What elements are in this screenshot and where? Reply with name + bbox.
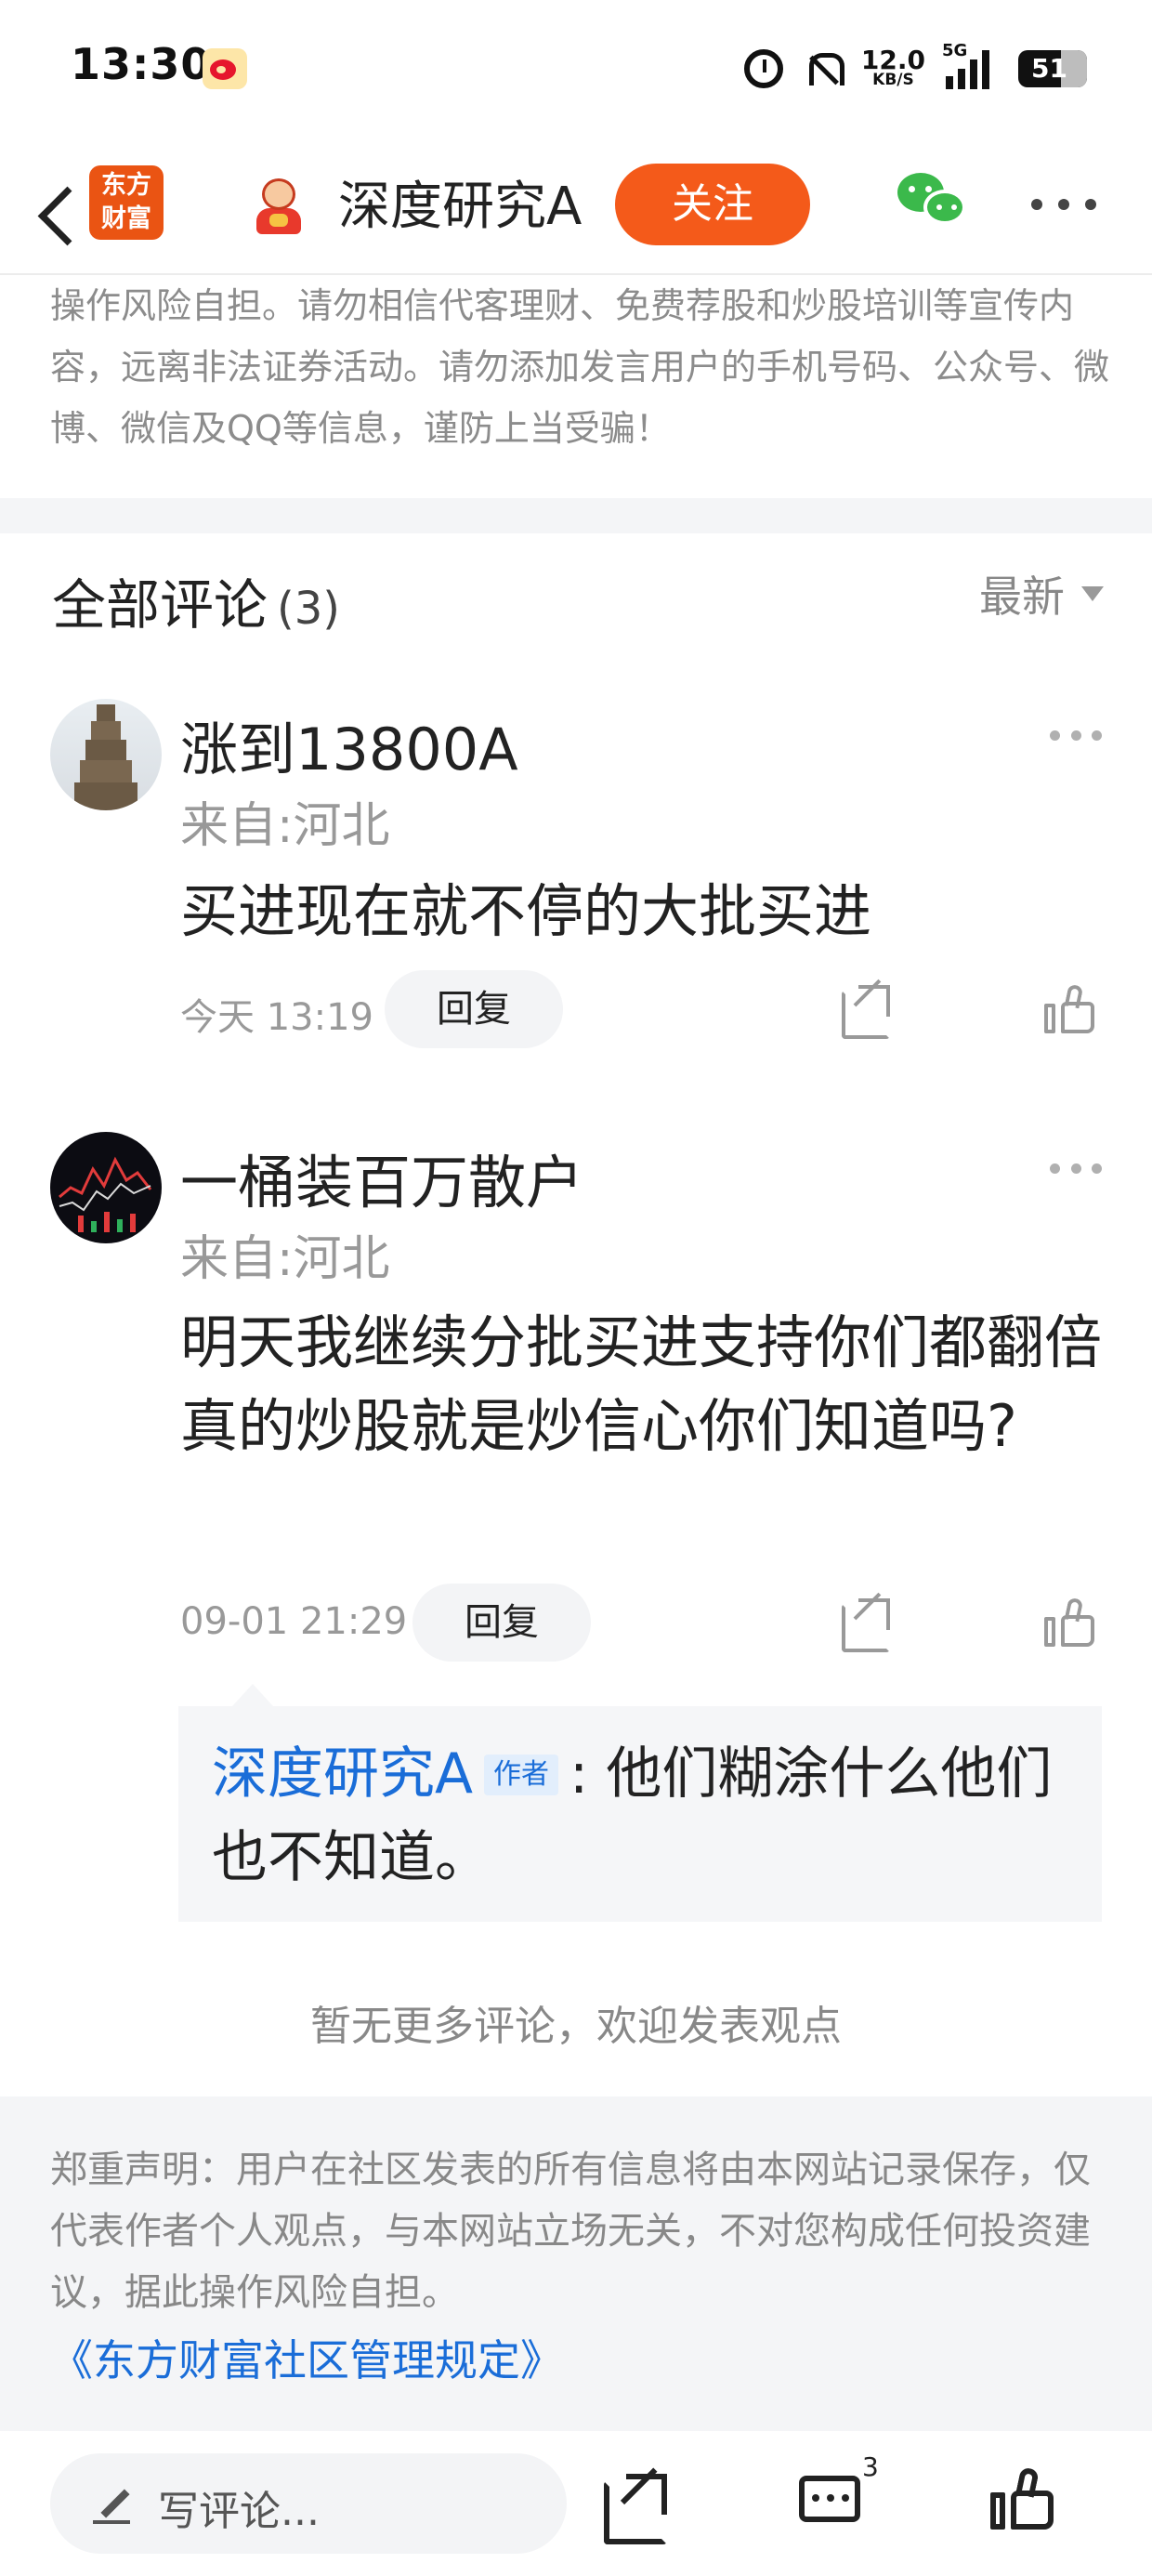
reply-button[interactable]: 回复 [385,970,563,1048]
bottom-action-bar: 写评论... 3 [0,2431,1152,2576]
net-speed: 12.0 KB/S [861,47,925,89]
comments-title-text: 全部评论 [52,573,268,637]
status-time: 13:30 [71,39,212,89]
comment-input[interactable]: 写评论... [50,2453,567,2554]
comments-count: (3) [277,583,341,635]
share-icon[interactable] [842,1592,890,1652]
reply-button[interactable]: 回复 [412,1584,591,1662]
signal-icon: 5G [942,41,998,89]
follow-button[interactable]: 关注 [615,164,810,245]
back-arrow-icon[interactable] [30,175,85,249]
like-icon[interactable] [1044,1597,1096,1649]
reply-author-name[interactable]: 深度研究A [212,1741,473,1807]
comment-time: 今天 13:19 [180,996,373,1039]
sort-dropdown[interactable]: 最新 [979,563,1104,624]
status-bar: 13:30 12.0 KB/S 5G 51 [0,0,1152,139]
comment-username[interactable]: 涨到13800A [180,703,518,786]
network-type: 5G [942,41,968,60]
page-title[interactable]: 深度研究A [338,173,582,242]
avatar[interactable] [50,1132,162,1243]
comment-text: 买进现在就不停的大批买进 [180,877,872,945]
comment-time: 09-01 21:29 [180,1600,408,1643]
avatar[interactable] [50,699,162,810]
author-reply-box[interactable]: 深度研究A 作者: 他们糊涂什么他们也不知道。 [178,1684,1102,1922]
alarm-icon [743,49,783,88]
more-options-icon[interactable] [1050,730,1102,743]
status-icons: 12.0 KB/S 5G 51 [743,41,1087,95]
comment-count-badge: 3 [862,2451,879,2482]
comments-title: 全部评论 (3) [52,561,340,639]
mute-bell-icon [804,49,844,88]
share-icon[interactable] [842,979,890,1039]
comment-location: 来自:河北 [180,798,390,854]
eastmoney-logo[interactable]: 东方 财富 [89,165,164,240]
like-icon[interactable] [1044,983,1096,1035]
like-icon[interactable] [990,2466,1055,2533]
battery-level: 51 [1031,53,1067,84]
section-divider [0,498,1152,533]
top-nav-bar: 东方 财富 深度研究A 关注 [0,149,1152,275]
weibo-icon [203,48,247,89]
user-avatar[interactable] [249,173,308,234]
footer-disclaimer: 郑重声明：用户在社区发表的所有信息将由本网站记录保存，仅代表作者个人观点，与本网… [0,2096,1152,2431]
wechat-icon[interactable] [897,173,972,234]
triangle-down-icon [1081,586,1104,601]
author-badge: 作者 [484,1755,559,1795]
no-more-comments: 暂无更多评论，欢迎发表观点 [310,2003,842,2050]
share-icon[interactable] [604,2467,667,2544]
sort-label: 最新 [979,572,1065,622]
pencil-icon [93,2483,134,2524]
comment-username[interactable]: 一桶装百万散户 [180,1136,583,1219]
author-reply: 深度研究A 作者: 他们糊涂什么他们也不知道。 [212,1732,1085,1899]
comment-text: 明天我继续分批买进支持你们都翻倍真的炒股就是炒信心你们知道吗? [180,1308,1103,1460]
comment-location: 来自:河北 [180,1231,390,1287]
battery-icon: 51 [1018,50,1087,87]
disclaimer-text: 郑重声明：用户在社区发表的所有信息将由本网站记录保存，仅代表作者个人观点，与本网… [50,2149,1091,2314]
risk-notice: 操作风险自担。请勿相信代客理财、免费荐股和炒股培训等宣传内容，远离非法证券活动。… [50,285,1110,449]
community-rules-link[interactable]: 《东方财富社区管理规定》 [50,2327,563,2388]
more-options-icon[interactable] [1031,199,1096,217]
comment-input-placeholder: 写评论... [158,2488,320,2535]
more-options-icon[interactable] [1050,1163,1102,1176]
comment-icon[interactable] [799,2470,864,2528]
